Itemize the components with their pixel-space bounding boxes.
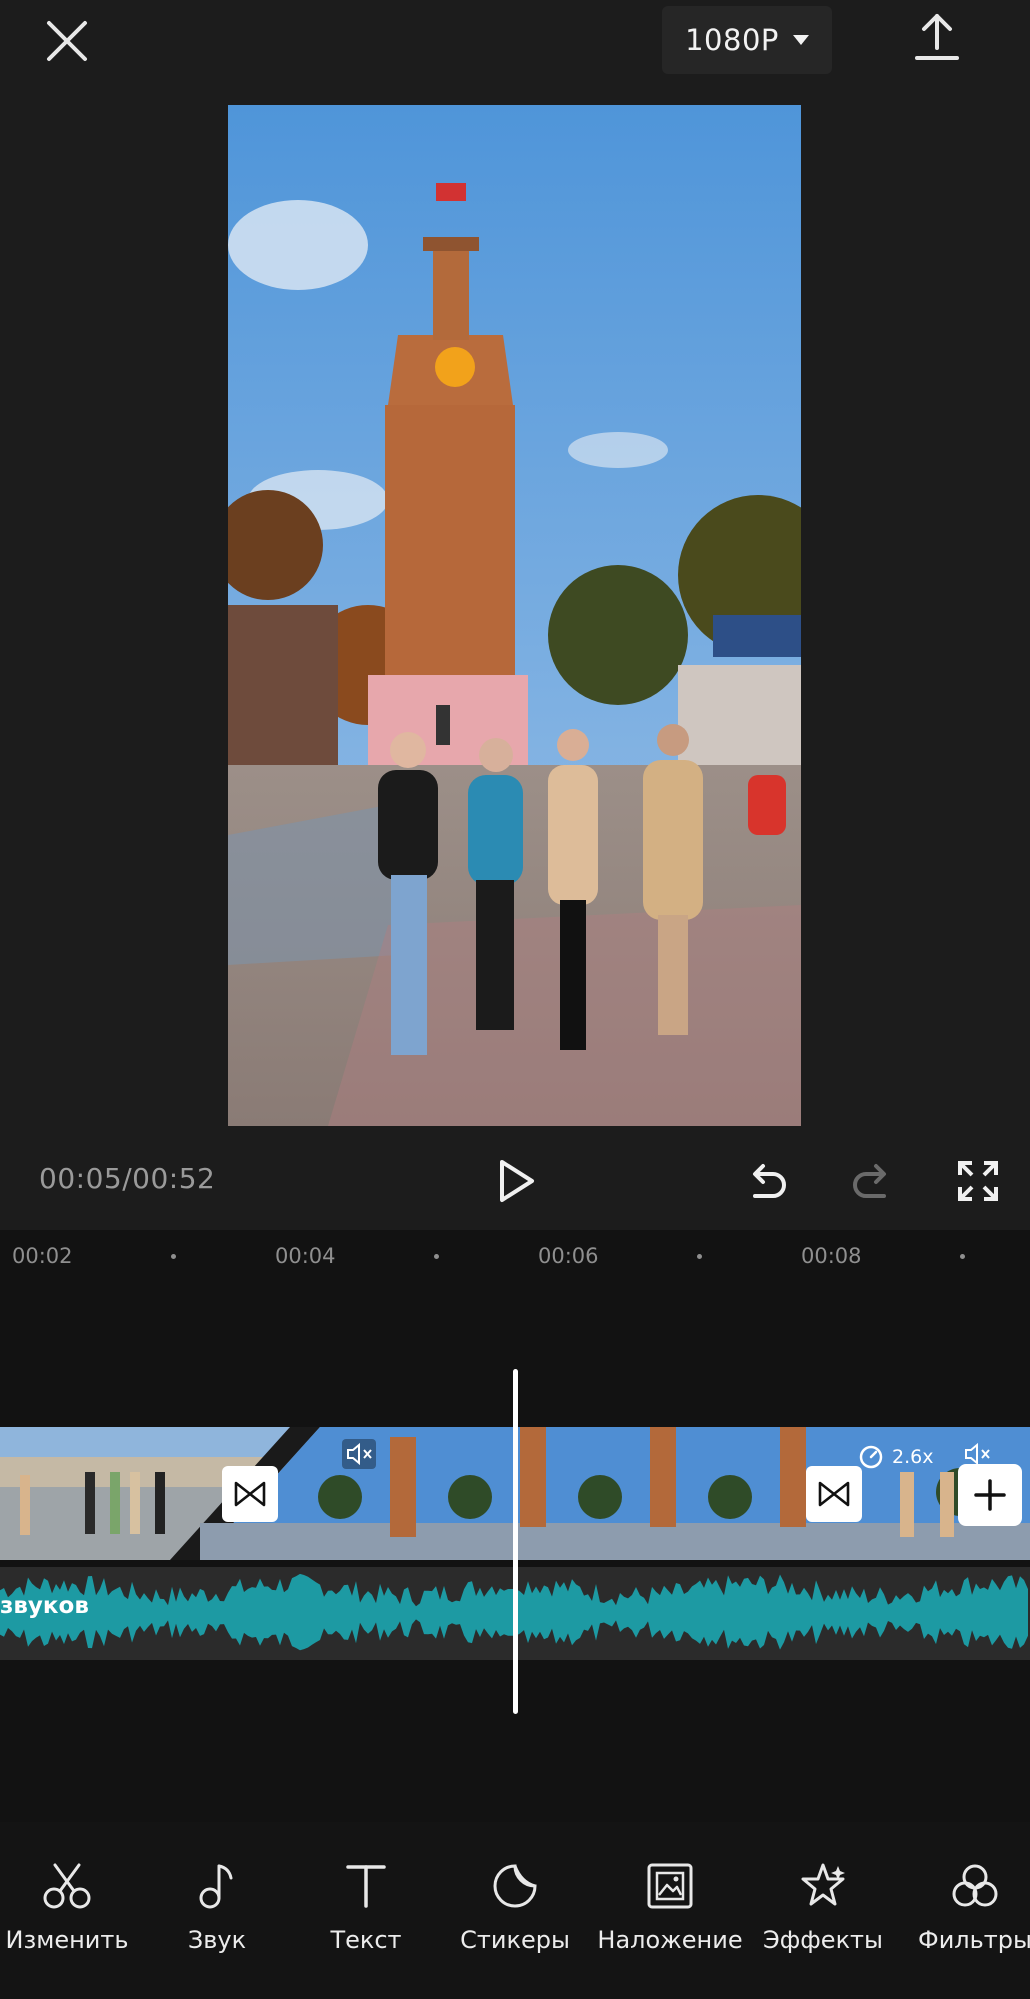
transition-icon bbox=[234, 1481, 266, 1507]
tool-label: Изменить bbox=[5, 1926, 129, 1954]
play-icon[interactable] bbox=[494, 1158, 538, 1204]
tool-overlay[interactable]: Наложение bbox=[595, 1862, 745, 1982]
ruler-label: 00:08 bbox=[801, 1244, 862, 1268]
undo-icon[interactable] bbox=[745, 1160, 789, 1204]
mute-icon[interactable] bbox=[342, 1439, 376, 1469]
bottom-toolbar: Изменить Звук Текст Стикеры Наложение Эф… bbox=[0, 1822, 1030, 1999]
tool-label: Наложение bbox=[597, 1926, 743, 1954]
tool-label: Звук bbox=[187, 1926, 247, 1954]
ruler-dot bbox=[697, 1254, 702, 1259]
ruler-label: 00:04 bbox=[275, 1244, 336, 1268]
filters-icon bbox=[952, 1864, 998, 1907]
export-upload-icon[interactable] bbox=[914, 12, 960, 62]
timeline[interactable]: 00:02 00:04 00:06 00:08 2.6x звуков bbox=[0, 1230, 1030, 1822]
time-ruler: 00:02 00:04 00:06 00:08 bbox=[0, 1230, 1030, 1280]
tool-filters[interactable]: Фильтры bbox=[900, 1862, 1030, 1982]
ruler-label: 00:02 bbox=[12, 1244, 73, 1268]
close-icon[interactable] bbox=[40, 14, 94, 68]
effects-star-icon bbox=[801, 1863, 845, 1906]
ruler-dot bbox=[960, 1254, 965, 1259]
tool-label: Эффекты bbox=[763, 1926, 883, 1954]
top-bar: 1080P bbox=[0, 0, 1030, 95]
playhead[interactable] bbox=[513, 1369, 518, 1714]
speed-badge: 2.6x bbox=[858, 1444, 933, 1470]
ruler-label: 00:06 bbox=[538, 1244, 599, 1268]
caret-down-icon bbox=[792, 35, 809, 45]
plus-icon bbox=[974, 1479, 1006, 1511]
tool-stickers[interactable]: Стикеры bbox=[440, 1862, 590, 1982]
speed-icon bbox=[859, 1445, 883, 1469]
tool-label: Фильтры bbox=[918, 1926, 1030, 1954]
fullscreen-icon[interactable] bbox=[957, 1160, 999, 1202]
ruler-dot bbox=[171, 1254, 176, 1259]
ruler-dot bbox=[434, 1254, 439, 1259]
resolution-label: 1080P bbox=[685, 23, 779, 57]
timecode: 00:05/00:52 bbox=[39, 1162, 216, 1195]
sticker-icon bbox=[493, 1864, 537, 1908]
speed-value: 2.6x bbox=[892, 1446, 934, 1468]
transition-icon bbox=[818, 1481, 850, 1507]
audio-track-label: звуков bbox=[0, 1593, 89, 1619]
overlay-icon bbox=[647, 1863, 693, 1909]
scissors-icon bbox=[43, 1863, 91, 1909]
tool-edit[interactable]: Изменить bbox=[0, 1862, 142, 1982]
tool-effects[interactable]: Эффекты bbox=[748, 1862, 898, 1982]
playback-controls: 00:05/00:52 bbox=[0, 1150, 1030, 1210]
music-note-icon bbox=[199, 1864, 233, 1909]
add-clip-button[interactable] bbox=[958, 1464, 1022, 1526]
tool-label: Текст bbox=[330, 1926, 402, 1954]
tool-sound[interactable]: Звук bbox=[142, 1862, 292, 1982]
text-icon bbox=[346, 1865, 386, 1908]
redo-icon[interactable] bbox=[850, 1160, 894, 1204]
transition-button[interactable] bbox=[222, 1466, 278, 1522]
transition-button[interactable] bbox=[806, 1466, 862, 1522]
video-preview[interactable] bbox=[228, 105, 801, 1126]
resolution-dropdown[interactable]: 1080P bbox=[662, 6, 832, 74]
tool-text[interactable]: Текст bbox=[291, 1862, 441, 1982]
tool-label: Стикеры bbox=[460, 1926, 570, 1954]
